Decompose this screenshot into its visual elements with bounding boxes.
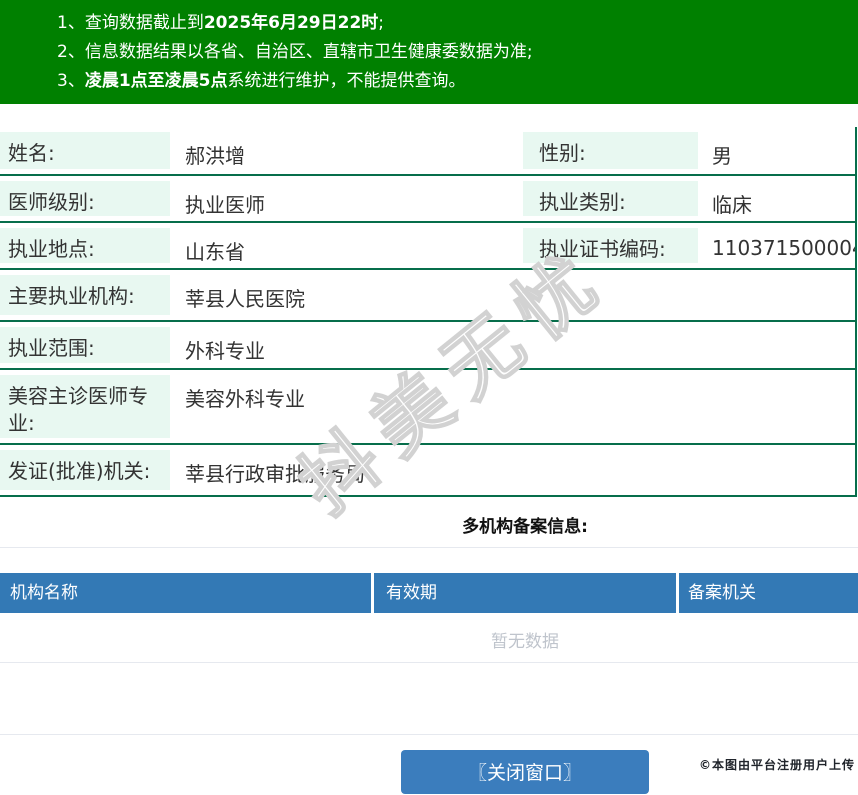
notice-text: 查询数据截止到 <box>84 13 204 33</box>
close-window-button[interactable]: 〖关闭窗口〗 <box>401 750 649 794</box>
field-value-practice-class: 临床 <box>712 193 752 217</box>
field-label-practice-place: 执业地点: <box>0 228 170 263</box>
field-value-main-institution: 莘县人民医院 <box>185 287 305 311</box>
field-label-practice-scope: 执业范围: <box>0 327 170 363</box>
practitioner-info-table: 姓名: 郝洪增 性别: 男 医师级别: 执业医师 执业类别: 临床 执业地点: … <box>0 127 857 497</box>
notice-text: 系统进行维护，不能提供查询。 <box>227 71 466 91</box>
table-row: 主要执业机构: 莘县人民医院 <box>0 270 855 322</box>
notice-text: 信息数据结果以各省、自治区、直辖市卫生健康委数据为准; <box>84 42 533 62</box>
notice-line-number: 1、 <box>57 13 85 33</box>
divider <box>0 734 858 735</box>
field-label-gender: 性别: <box>523 132 698 169</box>
field-label-issuing-authority: 发证(批准)机关: <box>0 450 170 490</box>
field-value-gender: 男 <box>712 144 732 168</box>
field-value-certificate-no: 110371500004232 <box>712 236 855 260</box>
notice-banner: 1、查询数据截止到2025年6月29日22时; 2、信息数据结果以各省、自治区、… <box>0 0 858 104</box>
notice-line-number: 3、 <box>57 71 85 91</box>
table-row: 姓名: 郝洪增 性别: 男 <box>0 127 855 176</box>
empty-data-placeholder: 暂无数据 <box>491 632 559 652</box>
field-value-practice-place: 山东省 <box>185 240 245 264</box>
multi-org-table-header: 机构名称 有效期 备案机关 <box>0 573 858 613</box>
notice-line-2: 2、信息数据结果以各省、自治区、直辖市卫生健康委数据为准; <box>57 38 848 67</box>
field-label-main-institution: 主要执业机构: <box>0 275 170 315</box>
field-label-name: 姓名: <box>0 132 170 169</box>
field-label-certificate-no: 执业证书编码: <box>523 228 698 263</box>
field-value-cosmetic-specialty: 美容外科专业 <box>185 387 305 411</box>
column-header-filing-authority: 备案机关 <box>679 573 858 613</box>
table-row: 美容主诊医师专业: 美容外科专业 <box>0 370 855 445</box>
column-header-institution: 机构名称 <box>0 573 371 613</box>
field-value-practice-scope: 外科专业 <box>185 339 265 363</box>
multi-org-section-title: 多机构备案信息: <box>462 517 588 537</box>
notice-text: ; <box>378 13 385 33</box>
field-label-doctor-level: 医师级别: <box>0 181 170 216</box>
field-value-issuing-authority: 莘县行政审批服务局 <box>185 462 365 486</box>
field-value-name: 郝洪增 <box>185 144 245 168</box>
field-value-doctor-level: 执业医师 <box>185 193 265 217</box>
table-row: 执业范围: 外科专业 <box>0 322 855 370</box>
copyright-stamp: ©本图由平台注册用户上传 <box>698 758 855 772</box>
field-label-cosmetic-specialty: 美容主诊医师专业: <box>0 375 170 438</box>
table-row: 发证(批准)机关: 莘县行政审批服务局 <box>0 445 855 497</box>
notice-line-1: 1、查询数据截止到2025年6月29日22时; <box>57 9 848 38</box>
divider <box>0 662 858 663</box>
column-header-validity: 有效期 <box>374 573 676 613</box>
notice-text-bold: 2025年6月29日22时 <box>203 13 379 33</box>
notice-text-bold: 凌晨1点至凌晨5点 <box>84 71 228 91</box>
divider <box>0 547 858 548</box>
field-label-practice-class: 执业类别: <box>523 181 698 216</box>
notice-line-3: 3、凌晨1点至凌晨5点系统进行维护，不能提供查询。 <box>57 67 848 96</box>
table-row: 执业地点: 山东省 执业证书编码: 110371500004232 <box>0 223 855 270</box>
table-row: 医师级别: 执业医师 执业类别: 临床 <box>0 176 855 223</box>
notice-line-number: 2、 <box>57 42 85 62</box>
